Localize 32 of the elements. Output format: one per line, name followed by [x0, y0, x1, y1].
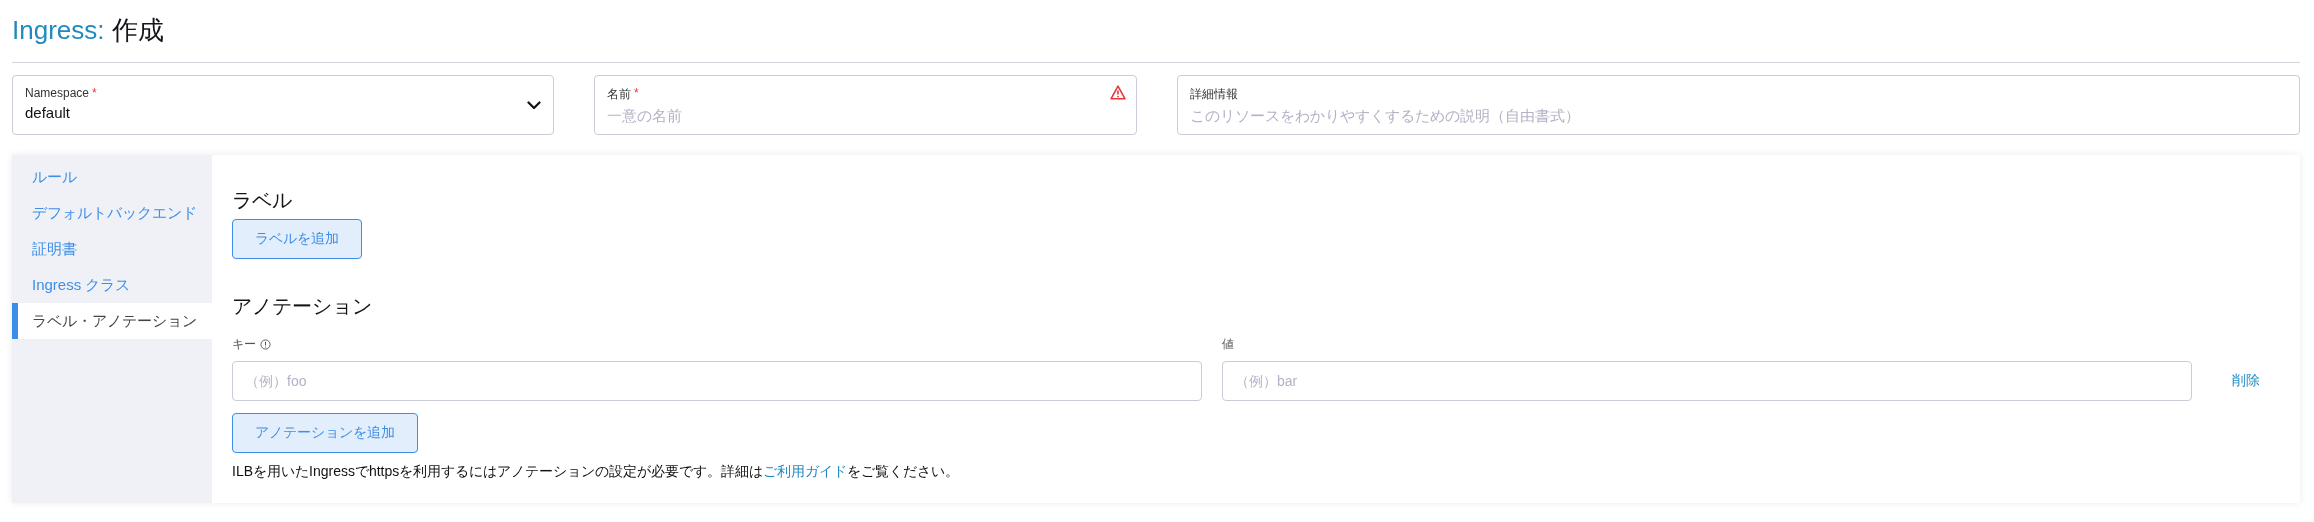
help-text: ILBを用いたIngressでhttpsを利用するにはアノテーションの設定が必要です。詳細はご利用ガイド をご覧ください。	[232, 463, 961, 481]
text-field[interactable]: 詳細情報 このリソースをわかりやすくするための説明（自由書式）	[1177, 75, 2300, 135]
key-label: キー	[232, 335, 256, 353]
section-heading: アノテーション	[232, 294, 373, 319]
sidebar-item[interactable]: 証明書	[12, 231, 212, 267]
field-placeholder: このリソースをわかりやすくするための説明（自由書式）	[1190, 107, 1580, 126]
warning-icon	[1110, 85, 1126, 100]
field-label: 名前	[607, 86, 631, 103]
field-label: 詳細情報	[1190, 86, 1238, 103]
info-icon[interactable]	[260, 338, 271, 350]
page-title: 作成	[111, 15, 164, 45]
page-title-kind: Ingress:	[12, 15, 105, 45]
sidebar-item[interactable]: デフォルトバックエンド	[12, 195, 212, 231]
sidebar-item[interactable]: ラベル・アノテーション	[12, 303, 212, 339]
value-label: 値	[1222, 335, 1234, 353]
add-annotation-button[interactable]: アノテーションを追加	[232, 413, 418, 453]
sidebar-item[interactable]: Ingress クラス	[12, 267, 212, 303]
field-placeholder: 一意の名前	[607, 107, 682, 126]
required-mark: *	[634, 86, 639, 100]
key-input[interactable]: （例）foo	[232, 361, 1202, 401]
text-field[interactable]: 名前 * 一意の名前	[594, 75, 1137, 135]
field-value: default	[25, 104, 71, 121]
guide-link[interactable]: ご利用ガイド	[763, 463, 848, 479]
add-label-button[interactable]: ラベルを追加	[232, 219, 362, 259]
section-heading: ラベル	[232, 188, 293, 213]
namespace-select[interactable]: Namespace * default	[12, 75, 554, 135]
sidebar-item[interactable]: ルール	[12, 159, 212, 195]
remove-link[interactable]: 削除	[2212, 372, 2280, 390]
value-input[interactable]: （例）bar	[1222, 361, 2192, 401]
required-mark: *	[92, 86, 97, 100]
chevron-down-icon[interactable]	[527, 101, 541, 110]
field-label: Namespace	[25, 86, 90, 100]
